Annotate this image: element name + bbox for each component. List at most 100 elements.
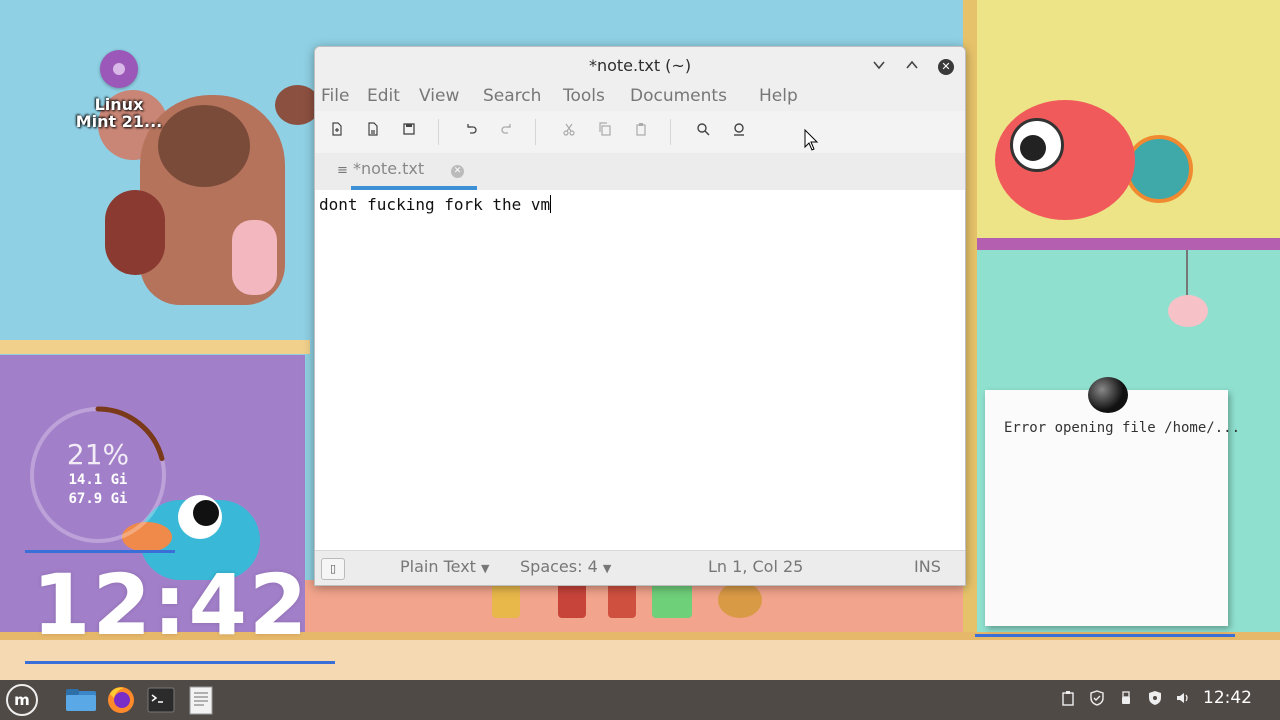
- indent-selector[interactable]: Spaces: 4 ▼: [520, 557, 611, 576]
- desktop-icon-label: Linux Mint 21...: [64, 96, 174, 130]
- toggle-sidebar-button[interactable]: ▯: [321, 558, 345, 580]
- open-document-button[interactable]: [362, 121, 384, 143]
- text-editor-icon: [189, 686, 213, 715]
- menu-icon: m: [14, 691, 30, 709]
- firefox-icon: [108, 687, 134, 713]
- save-button[interactable]: [398, 121, 420, 143]
- taskbar-terminal[interactable]: [144, 684, 178, 716]
- search-icon: [697, 123, 710, 136]
- wallpaper-panel: [314, 0, 974, 50]
- vpn-tray[interactable]: [1145, 690, 1165, 710]
- indent-label: Spaces: 4: [520, 557, 598, 576]
- title-bar[interactable]: *note.txt (~) ✕: [315, 47, 965, 85]
- wallpaper-divider: [977, 238, 1280, 250]
- menu-bar: File Edit View Search Tools Documents He…: [315, 85, 965, 111]
- wallpaper-spider: [1168, 295, 1208, 327]
- desktop-clock: 12:42: [32, 556, 310, 654]
- gauge-total: 67.9 Gi: [68, 491, 128, 507]
- maximize-button[interactable]: [901, 56, 923, 78]
- clipboard-tray[interactable]: [1058, 690, 1078, 710]
- paste-icon: [636, 123, 646, 136]
- menu-documents[interactable]: Documents: [630, 86, 727, 106]
- undo-button[interactable]: [460, 121, 482, 143]
- document-lines-icon: ≡: [337, 163, 348, 178]
- new-file-icon: [332, 122, 342, 136]
- usb-tray[interactable]: [1116, 690, 1136, 710]
- cursor-position[interactable]: Ln 1, Col 25: [708, 557, 803, 576]
- wallpaper-divider: [0, 340, 310, 354]
- menu-tools[interactable]: Tools: [563, 86, 605, 106]
- taskbar-firefox[interactable]: [104, 684, 138, 716]
- taskbar: m 12:42: [0, 680, 1280, 720]
- close-icon: ✕: [453, 166, 462, 176]
- find-replace-icon: [734, 123, 744, 136]
- dropdown-arrow-icon: ▼: [481, 562, 490, 575]
- minimize-button[interactable]: [868, 56, 890, 78]
- widget-underline: [25, 550, 175, 553]
- desktop-icon-linux-mint[interactable]: Linux Mint 21...: [64, 50, 174, 130]
- language-label: Plain Text: [400, 557, 476, 576]
- tab-label: *note.txt: [353, 159, 425, 178]
- find-replace-button[interactable]: [728, 121, 750, 143]
- wallpaper-bird-tail: [1125, 135, 1193, 203]
- menu-help[interactable]: Help: [759, 86, 798, 106]
- find-button[interactable]: [692, 121, 714, 143]
- language-selector[interactable]: Plain Text ▼: [400, 557, 490, 576]
- taskbar-file-manager[interactable]: [64, 684, 98, 716]
- usb-icon: [1122, 691, 1130, 704]
- wallpaper-bird-pupil: [1020, 135, 1046, 161]
- cut-button[interactable]: [558, 121, 580, 143]
- scissors-icon: [563, 123, 575, 136]
- copy-button[interactable]: [594, 121, 616, 143]
- widget-underline: [975, 634, 1235, 637]
- paste-button[interactable]: [630, 121, 652, 143]
- wallpaper-letter-blocks: [490, 582, 790, 622]
- text-editor-window[interactable]: *note.txt (~) ✕ File Edit View Search To…: [314, 46, 966, 586]
- wallpaper-block: [558, 582, 586, 618]
- vpn-shield-icon: [1149, 691, 1161, 705]
- menu-view[interactable]: View: [419, 86, 459, 106]
- pushpin-icon: [1088, 377, 1128, 413]
- tab-close-button[interactable]: ✕: [451, 165, 464, 178]
- wallpaper-spider-thread: [1186, 250, 1188, 298]
- clipboard-icon: [1062, 691, 1074, 706]
- wallpaper-chameleon-pupil: [193, 500, 219, 526]
- terminal-icon: [147, 687, 175, 713]
- volume-tray[interactable]: [1173, 690, 1193, 710]
- dropdown-arrow-icon: ▼: [602, 562, 612, 575]
- wallpaper-block: [492, 582, 520, 618]
- close-icon: ✕: [941, 60, 951, 73]
- close-button[interactable]: ✕: [938, 59, 954, 75]
- update-manager-tray[interactable]: [1087, 690, 1107, 710]
- gauge-percent: 21%: [66, 438, 130, 471]
- update-shield-icon: [1090, 690, 1104, 706]
- new-document-button[interactable]: [326, 121, 348, 143]
- tab-note-txt[interactable]: ≡ *note.txt: [337, 159, 424, 178]
- tab-bar: ≡ *note.txt ✕: [315, 153, 965, 191]
- chevron-up-icon: [906, 60, 918, 69]
- status-bar: ▯ Plain Text ▼ Spaces: 4 ▼ Ln 1, Col 25 …: [315, 550, 965, 585]
- widget-underline: [25, 661, 335, 664]
- taskbar-text-editor[interactable]: [184, 684, 218, 716]
- chevron-down-icon: [873, 61, 885, 70]
- gauge-readout: 21% 14.1 Gi 67.9 Gi: [28, 438, 168, 509]
- menu-search[interactable]: Search: [483, 86, 541, 106]
- menu-edit[interactable]: Edit: [367, 86, 400, 106]
- start-menu-button[interactable]: m: [6, 684, 38, 716]
- save-icon: [403, 123, 415, 135]
- desktop-icon-label-line2: Mint 21...: [75, 112, 163, 131]
- sidebar-icon: ▯: [329, 562, 337, 575]
- toolbar-separator: [670, 119, 671, 145]
- redo-button[interactable]: [496, 121, 518, 143]
- wallpaper-boxing-glove: [105, 190, 165, 275]
- toolbar-separator: [438, 119, 439, 145]
- mouse-pointer-icon: [804, 129, 819, 151]
- taskbar-clock[interactable]: 12:42: [1203, 688, 1252, 708]
- volume-icon: [1177, 693, 1188, 703]
- insert-mode[interactable]: INS: [914, 557, 941, 576]
- open-file-icon: [368, 122, 378, 136]
- menu-file[interactable]: File: [321, 86, 349, 106]
- wallpaper-block: [608, 582, 636, 618]
- toolbar-separator: [535, 119, 536, 145]
- text-area[interactable]: dont fucking fork the vm: [315, 190, 965, 550]
